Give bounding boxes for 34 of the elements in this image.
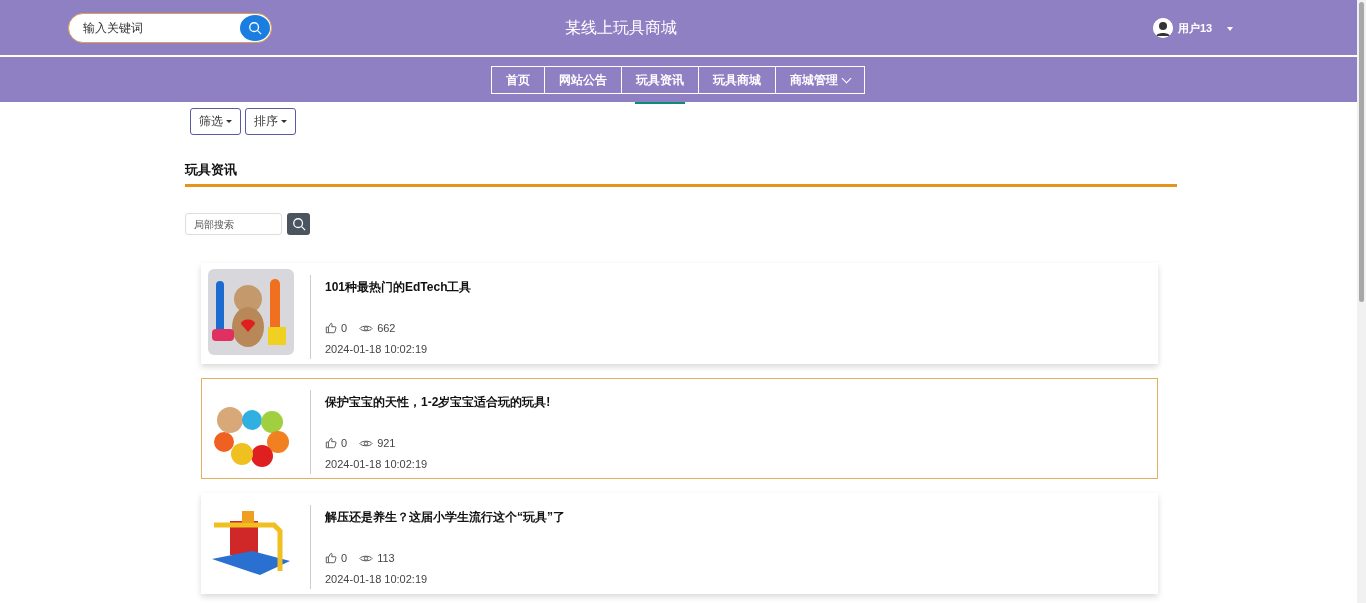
- local-search-field[interactable]: 局部搜索: [185, 213, 282, 235]
- search-button[interactable]: [240, 14, 270, 41]
- article-date: 2024-01-18 10:02:19: [325, 573, 429, 585]
- article-title[interactable]: 保护宝宝的天性，1-2岁宝宝适合玩的玩具!: [325, 394, 551, 411]
- thumbs-up-icon[interactable]: [325, 322, 337, 334]
- article-title[interactable]: 解压还是养生？这届小学生流行这个“玩具”了: [325, 509, 565, 526]
- article-date: 2024-01-18 10:02:19: [325, 458, 429, 470]
- article-card[interactable]: 保护宝宝的天性，1-2岁宝宝适合玩的玩具! 0 921 2024-01-18 10:02:19: [201, 378, 1158, 479]
- like-count: 0: [341, 552, 348, 564]
- search-icon: [248, 20, 262, 35]
- scrollbar-thumb[interactable]: [1359, 2, 1364, 302]
- site-title: 某线上玩具商城: [565, 18, 677, 38]
- section-title: 玩具资讯: [185, 161, 1177, 187]
- like-count: 0: [341, 437, 348, 449]
- thumbs-up-icon[interactable]: [325, 552, 337, 564]
- eye-icon: [359, 553, 374, 563]
- search-button[interactable]: [287, 213, 310, 235]
- eye-icon: [359, 438, 374, 448]
- view-count: 662: [377, 322, 396, 334]
- article-title[interactable]: 101种最热门的EdTech工具: [325, 279, 472, 296]
- search-icon: [291, 217, 306, 231]
- article-card[interactable]: 解压还是养生？这届小学生流行这个“玩具”了 0 113 2024-01-18 10:02:19: [201, 493, 1158, 594]
- view-count: 921: [377, 437, 396, 449]
- like-count: 0: [341, 322, 348, 334]
- filter-dropdown[interactable]: 筛选: [190, 108, 241, 135]
- filter-dropdown[interactable]: 排序: [245, 108, 296, 135]
- view-count: 113: [377, 552, 395, 564]
- avatar-icon[interactable]: [1153, 18, 1173, 38]
- search-field[interactable]: 输入关键词: [81, 19, 240, 36]
- eye-icon: [359, 323, 374, 333]
- thumbs-up-icon[interactable]: [325, 437, 337, 449]
- article-card[interactable]: 101种最热门的EdTech工具 0 662 2024-01-18 10:02:19: [201, 263, 1158, 364]
- article-date: 2024-01-18 10:02:19: [325, 343, 429, 355]
- search-bar[interactable]: 输入关键词: [68, 12, 272, 43]
